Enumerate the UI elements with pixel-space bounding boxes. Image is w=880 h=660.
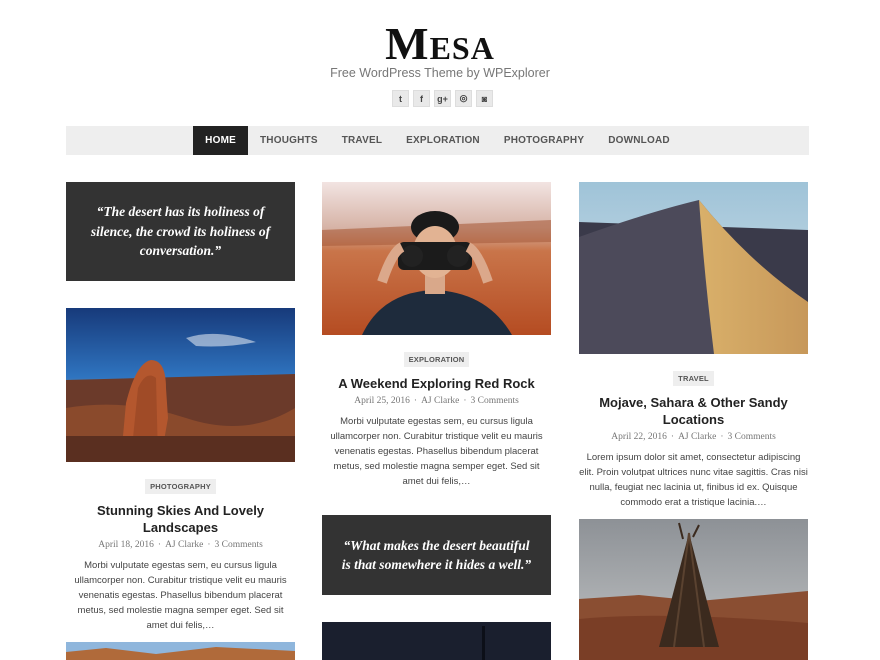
nav-item-exploration[interactable]: EXPLORATION [394,126,492,155]
post-title[interactable]: A Weekend Exploring Red Rock [322,375,551,392]
post-author[interactable]: AJ Clarke [421,396,459,406]
post-category[interactable]: EXPLORATION [403,352,470,367]
main-nav: HOME THOUGHTS TRAVEL EXPLORATION PHOTOGR… [66,126,809,155]
post-excerpt: Morbi vulputate egestas sem, eu cursus l… [330,416,543,487]
post-title[interactable]: Stunning Skies And Lovely Landscapes [66,502,295,536]
post-author[interactable]: AJ Clarke [678,432,716,442]
twitter-icon[interactable]: t [392,90,409,107]
post-thumbnail[interactable] [579,519,808,660]
post-date: April 25, 2016 [354,396,410,406]
social-icons: t f g+ ◎ ◙ [392,90,493,107]
post-thumbnail[interactable] [322,182,551,335]
post-excerpt: Morbi vulputate egestas sem, eu cursus l… [74,560,287,631]
post-date: April 18, 2016 [98,540,154,550]
nav-item-download[interactable]: DOWNLOAD [596,126,682,155]
post-meta: April 25, 2016 · AJ Clarke · 3 Comments [354,396,519,406]
dribbble-icon[interactable]: ◎ [455,90,472,107]
site-logo[interactable]: Mesa [0,18,880,70]
post-meta: April 22, 2016 · AJ Clarke · 3 Comments [611,432,776,442]
post-date: April 22, 2016 [611,432,667,442]
post-author[interactable]: AJ Clarke [165,540,203,550]
post-category[interactable]: PHOTOGRAPHY [145,479,216,494]
quote-box: “What makes the desert beautiful is that… [322,515,551,595]
nav-item-travel[interactable]: TRAVEL [330,126,394,155]
post-title[interactable]: Mojave, Sahara & Other Sandy Locations [579,394,808,428]
nav-item-photography[interactable]: PHOTOGRAPHY [492,126,596,155]
nav-item-thoughts[interactable]: THOUGHTS [248,126,330,155]
instagram-icon[interactable]: ◙ [476,90,493,107]
post-comments[interactable]: 3 Comments [215,540,263,550]
post-meta: April 18, 2016 · AJ Clarke · 3 Comments [98,540,263,550]
post-thumbnail[interactable] [322,622,551,660]
post-card: EXPLORATION A Weekend Exploring Red Rock… [322,182,551,489]
post-thumbnail[interactable] [66,308,295,462]
post-card: PHOTOGRAPHY Stunning Skies And Lovely La… [66,308,295,633]
google-plus-icon[interactable]: g+ [434,90,451,107]
nav-item-home[interactable]: HOME [193,126,248,155]
site-tagline: Free WordPress Theme by WPExplorer [330,66,550,80]
post-thumbnail[interactable] [579,182,808,354]
quote-text: “The desert has its holiness of silence,… [90,204,271,259]
facebook-icon[interactable]: f [413,90,430,107]
post-excerpt: Lorem ipsum dolor sit amet, consectetur … [579,452,808,508]
post-card: TRAVEL Mojave, Sahara & Other Sandy Loca… [579,182,808,510]
post-thumbnail[interactable] [66,642,295,660]
quote-box: “The desert has its holiness of silence,… [66,182,295,281]
post-category[interactable]: TRAVEL [673,371,714,386]
post-comments[interactable]: 3 Comments [728,432,776,442]
post-comments[interactable]: 3 Comments [471,396,519,406]
quote-text: “What makes the desert beautiful is that… [341,537,532,573]
